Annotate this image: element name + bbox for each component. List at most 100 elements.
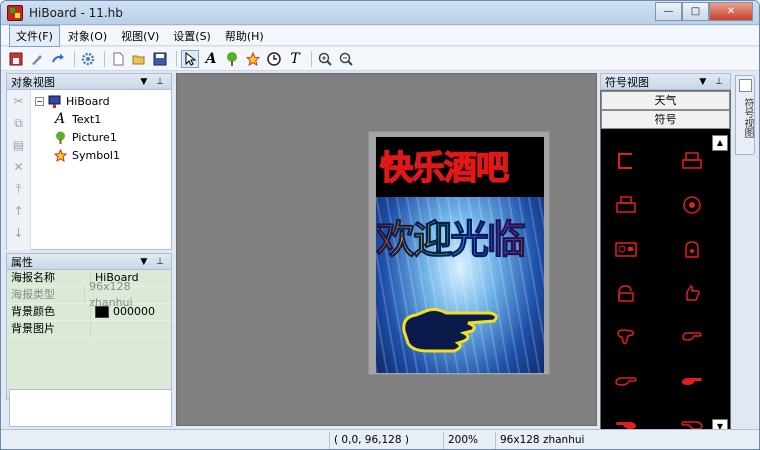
symbol-scrollbar[interactable]: ▲ ▼ bbox=[712, 135, 728, 435]
close-button[interactable]: ✕ bbox=[709, 2, 753, 21]
paste-icon[interactable]: ▤ bbox=[7, 134, 30, 156]
redo-icon[interactable] bbox=[49, 50, 67, 68]
tree-root-label: HiBoard bbox=[64, 94, 112, 108]
home-icon[interactable] bbox=[7, 50, 25, 68]
tree-item-picture1[interactable]: Picture1 bbox=[35, 128, 122, 146]
properties-header: 属性 ▼ ⊥ bbox=[6, 253, 172, 270]
symbol-star-icon[interactable] bbox=[244, 50, 262, 68]
poster-canvas[interactable]: 快乐酒吧 欢迎光临 bbox=[376, 137, 544, 373]
tab-symbols[interactable]: 符号 bbox=[601, 110, 730, 129]
symbol-hand-down-icon[interactable] bbox=[609, 324, 643, 350]
move-down-icon[interactable]: ↓ bbox=[7, 222, 30, 244]
symbol-target-icon[interactable] bbox=[675, 192, 709, 218]
prop-value[interactable] bbox=[91, 321, 95, 337]
prop-key: 背景颜色 bbox=[7, 304, 91, 320]
symbol-panel: 符号视图 ▼ ⊥ 天气 符号 ▲ ▼ bbox=[600, 73, 731, 443]
menu-help[interactable]: 帮助(H) bbox=[219, 26, 270, 46]
tree-icon bbox=[53, 130, 67, 144]
tree-root[interactable]: − HiBoard bbox=[35, 92, 122, 110]
panel-pin-icon[interactable]: ▼ ⊥ bbox=[140, 77, 167, 87]
minimize-button[interactable]: — bbox=[655, 2, 682, 21]
prop-row-bgcolor[interactable]: 背景颜色 000000 bbox=[7, 304, 171, 321]
edit-icon[interactable] bbox=[28, 50, 46, 68]
board-icon bbox=[47, 94, 61, 108]
delete-icon[interactable]: ✕ bbox=[7, 156, 30, 178]
symbol-point-right-filled-icon[interactable] bbox=[675, 368, 709, 394]
properties-grid: 海报名称 HiBoard 海报类型 96x128 zhanhui 背景颜色 00… bbox=[6, 270, 172, 400]
panel-pin-icon[interactable]: ▼ ⊥ bbox=[140, 257, 167, 267]
open-folder-icon[interactable] bbox=[130, 50, 148, 68]
object-toolbar: ✂ ⧉ ▤ ✕ ⤒ ↑ ↓ bbox=[7, 90, 31, 250]
symbol-view: 天气 符号 ▲ ▼ bbox=[600, 90, 731, 442]
status-zoom: 200% bbox=[443, 431, 495, 449]
toolbar-separator bbox=[104, 50, 105, 67]
menu-view[interactable]: 视图(V) bbox=[115, 26, 165, 46]
copy-icon[interactable]: ⧉ bbox=[7, 112, 30, 134]
pointer-icon[interactable] bbox=[181, 49, 199, 68]
symbol-radio-icon[interactable] bbox=[609, 236, 643, 262]
poster-text1[interactable]: 快乐酒吧 bbox=[379, 141, 510, 189]
new-file-icon[interactable] bbox=[109, 50, 127, 68]
symbol-view-header: 符号视图 ▼ ⊥ bbox=[600, 73, 731, 90]
move-top-icon[interactable]: ⤒ bbox=[7, 178, 30, 200]
left-panel: 对象视图 ▼ ⊥ ✂ ⧉ ▤ ✕ ⤒ ↑ ↓ − HiBoard A Text1… bbox=[6, 73, 172, 427]
menu-object[interactable]: 对象(O) bbox=[62, 26, 113, 46]
star-icon bbox=[53, 148, 67, 162]
title-bar: HiBoard - 11.hb — □ ✕ bbox=[1, 1, 759, 25]
status-message bbox=[1, 432, 329, 449]
symbol-bracket-icon[interactable] bbox=[609, 148, 643, 174]
status-bar: ( 0,0, 96,128 ) 200% 96x128 zhanhui bbox=[1, 429, 759, 449]
menu-file[interactable]: 文件(F) bbox=[9, 24, 60, 47]
prop-key: 背景图片 bbox=[7, 321, 91, 337]
color-swatch[interactable] bbox=[95, 306, 109, 318]
scroll-up-icon[interactable]: ▲ bbox=[712, 135, 728, 151]
move-up-icon[interactable]: ↑ bbox=[7, 200, 30, 222]
prop-key: 海报类型 bbox=[7, 287, 86, 303]
pointing-hand-icon[interactable] bbox=[398, 301, 508, 361]
tree-item-label: Symbol1 bbox=[72, 148, 120, 162]
symbol-view-title: 符号视图 bbox=[605, 75, 649, 89]
symbol-view-tab-icon bbox=[739, 79, 752, 92]
canvas-area[interactable]: 快乐酒吧 欢迎光临 bbox=[176, 73, 597, 426]
text-tool-icon[interactable]: A bbox=[202, 50, 220, 68]
prop-row-bgimage[interactable]: 背景图片 bbox=[7, 321, 171, 338]
symbol-hand-right-icon[interactable] bbox=[675, 324, 709, 350]
scroll-track[interactable] bbox=[712, 151, 728, 419]
object-view-header: 对象视图 ▼ ⊥ bbox=[6, 73, 172, 90]
menu-settings[interactable]: 设置(S) bbox=[167, 26, 217, 46]
save-icon[interactable] bbox=[151, 50, 169, 68]
toolbar-separator bbox=[311, 50, 312, 67]
tree-item-text1[interactable]: A Text1 bbox=[35, 110, 122, 128]
prop-value-color[interactable]: 000000 bbox=[91, 304, 155, 320]
panel-pin-icon[interactable]: ▼ ⊥ bbox=[699, 77, 726, 87]
symbol-view-side-tab[interactable]: 符号视图 bbox=[735, 75, 755, 155]
symbol-point-right-icon[interactable] bbox=[609, 368, 643, 394]
menu-bar: 文件(F) 对象(O) 视图(V) 设置(S) 帮助(H) bbox=[1, 24, 759, 47]
symbol-thumb-icon[interactable] bbox=[675, 280, 709, 306]
symbol-lock-icon[interactable] bbox=[609, 280, 643, 306]
cut-icon[interactable]: ✂ bbox=[7, 90, 30, 112]
settings-gear-icon[interactable] bbox=[79, 50, 97, 68]
zoom-out-icon[interactable] bbox=[337, 50, 355, 68]
tree-item-label: Picture1 bbox=[72, 130, 117, 144]
prop-value: 000000 bbox=[113, 305, 155, 318]
tab-weather[interactable]: 天气 bbox=[601, 91, 730, 110]
toolbar-separator bbox=[74, 50, 75, 67]
picture-tool-icon[interactable] bbox=[223, 50, 241, 68]
symbol-printer-icon[interactable] bbox=[675, 148, 709, 174]
collapse-icon[interactable]: − bbox=[35, 96, 44, 106]
clock-icon[interactable] bbox=[265, 50, 283, 68]
app-window: HiBoard - 11.hb — □ ✕ 文件(F) 对象(O) 视图(V) … bbox=[0, 0, 760, 450]
toolbar: A T bbox=[1, 47, 759, 71]
symbol-fax-icon[interactable] bbox=[609, 192, 643, 218]
text-italic-icon[interactable]: T bbox=[286, 50, 304, 68]
tree-item-label: Text1 bbox=[72, 112, 102, 126]
symbol-lock-hand-icon[interactable] bbox=[675, 236, 709, 262]
object-view: ✂ ⧉ ▤ ✕ ⤒ ↑ ↓ − HiBoard A Text1 Picture1… bbox=[6, 90, 172, 250]
poster-picture1[interactable]: 欢迎光临 bbox=[376, 209, 527, 265]
status-poster-type: 96x128 zhanhui bbox=[495, 431, 603, 449]
tree-item-symbol1[interactable]: Symbol1 bbox=[35, 146, 122, 164]
restore-button[interactable]: □ bbox=[682, 2, 709, 21]
zoom-in-icon[interactable] bbox=[316, 50, 334, 68]
poster-frame: 快乐酒吧 欢迎光临 bbox=[368, 131, 550, 375]
